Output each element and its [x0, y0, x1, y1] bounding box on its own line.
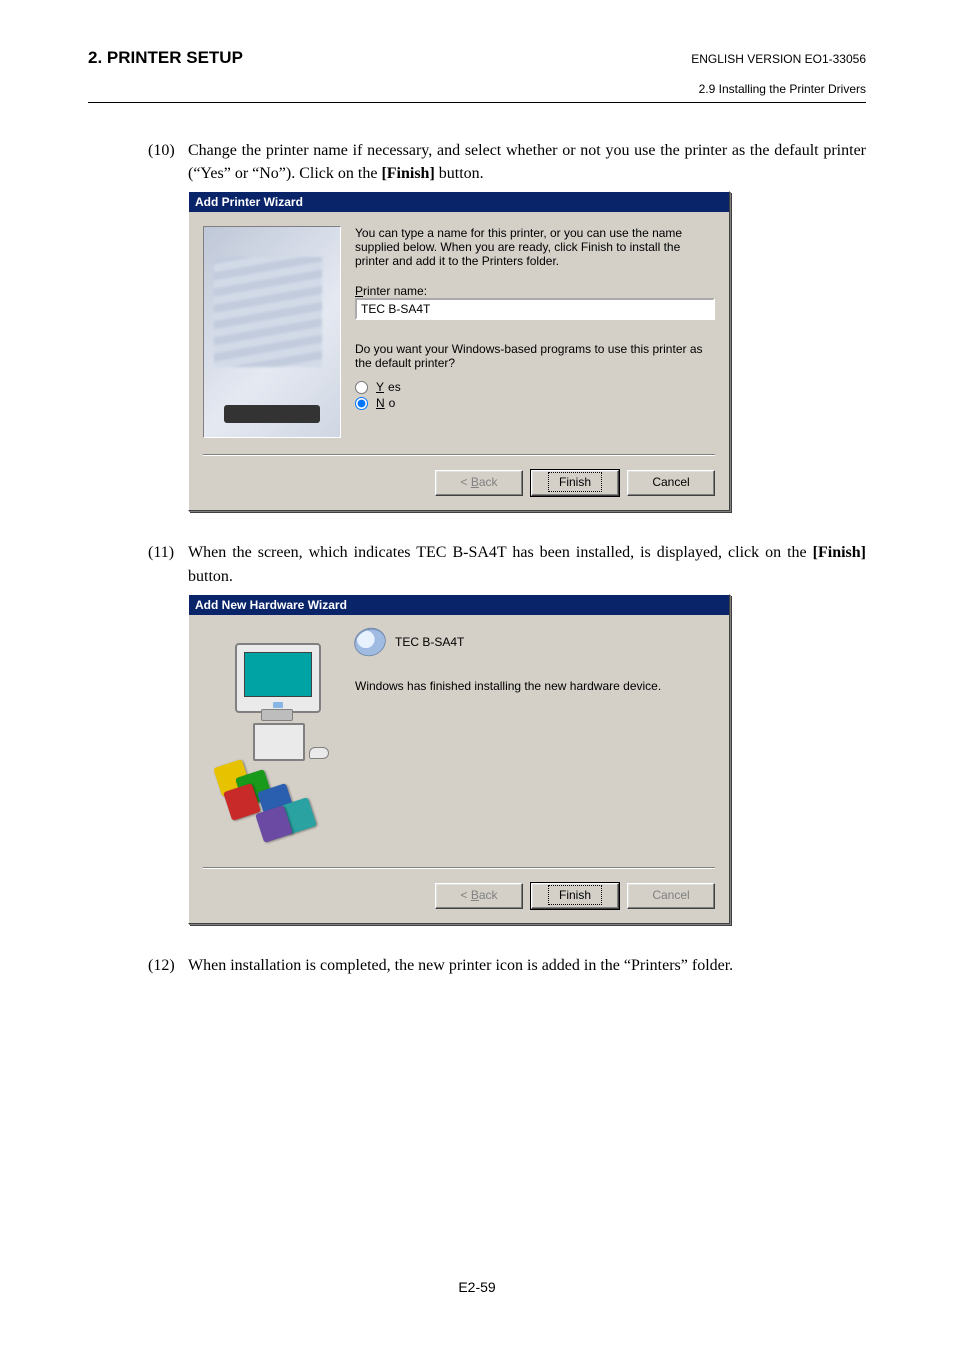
step-11-bold: [Finish]	[813, 544, 866, 561]
dialog2-buttons: < Back Finish Cancel	[189, 869, 729, 923]
body: (10) Change the printer name if necessar…	[88, 139, 866, 977]
dialog2-right: TEC B-SA4T Windows has finished installi…	[355, 629, 715, 851]
add-new-hardware-wizard-dialog: Add New Hardware Wizard	[188, 594, 730, 924]
monitor-icon	[235, 643, 321, 713]
version-line: ENGLISH VERSION EO1-33056	[691, 52, 866, 66]
back-button[interactable]: < Back	[435, 470, 523, 496]
cancel-button-2: Cancel	[627, 883, 715, 909]
default-printer-question: Do you want your Windows-based programs …	[355, 342, 715, 370]
step-12: (12) When installation is completed, the…	[88, 954, 866, 977]
subsection-title: 2.9 Installing the Printer Drivers	[88, 82, 866, 96]
back-u: B	[471, 475, 479, 489]
finish-button[interactable]: Finish	[531, 470, 619, 496]
step-10-num: (10)	[148, 139, 188, 185]
wizard-art-image	[203, 226, 341, 438]
radio-yes-input[interactable]	[355, 381, 368, 394]
wizard-art2-image	[203, 629, 341, 851]
device-icon	[351, 624, 388, 659]
dialog1-title: Add Printer Wizard	[189, 192, 729, 212]
finish-label: Finish	[548, 472, 602, 492]
page: 2. PRINTER SETUP ENGLISH VERSION EO1-330…	[0, 0, 954, 1351]
radio-no-u: N	[376, 396, 385, 410]
back-rest: ack	[479, 475, 498, 489]
printer-name-input[interactable]	[355, 298, 715, 320]
radio-no-input[interactable]	[355, 397, 368, 410]
dialog1-intro: You can type a name for this printer, or…	[355, 226, 715, 268]
printer-name-label-rest: rinter name:	[363, 284, 427, 298]
dialog1-buttons: < Back Finish Cancel	[189, 456, 729, 510]
step-10-text: Change the printer name if necessary, an…	[188, 142, 866, 182]
radio-yes-u: Y	[376, 380, 384, 394]
radio-no[interactable]: No	[355, 396, 715, 410]
step-10: (10) Change the printer name if necessar…	[88, 139, 866, 185]
finish2-label: Finish	[548, 885, 602, 905]
step-10-after: button.	[435, 165, 484, 182]
step-11-num: (11)	[148, 541, 188, 587]
step-11-text: When the screen, which indicates TEC B-S…	[188, 544, 813, 561]
dialog1-right: You can type a name for this printer, or…	[355, 226, 715, 438]
dialog2-body: TEC B-SA4T Windows has finished installi…	[189, 615, 729, 857]
install-done-text: Windows has finished installing the new …	[355, 679, 715, 693]
cancel-button[interactable]: Cancel	[627, 470, 715, 496]
header-rule	[88, 102, 866, 103]
back-button-2: < Back	[435, 883, 523, 909]
finish-button-2[interactable]: Finish	[531, 883, 619, 909]
step-12-text: When installation is completed, the new …	[188, 954, 866, 977]
dialog1-wrap: Add Printer Wizard You can type a name f…	[188, 191, 866, 511]
printer-name-label: Printer name:	[355, 284, 427, 298]
radio-yes[interactable]: Yes	[355, 380, 715, 394]
add-printer-wizard-dialog: Add Printer Wizard You can type a name f…	[188, 191, 730, 511]
step-12-num: (12)	[148, 954, 188, 977]
back2-u: B	[471, 888, 479, 902]
page-number: E2-59	[458, 1279, 495, 1295]
dialog1-body: You can type a name for this printer, or…	[189, 212, 729, 444]
radio-no-rest: o	[389, 396, 396, 410]
step-11-after: button.	[188, 568, 233, 585]
printer-name-label-u: P	[355, 284, 363, 298]
dialog2-title: Add New Hardware Wizard	[189, 595, 729, 615]
dialog2-wrap: Add New Hardware Wizard	[188, 594, 866, 924]
device-name: TEC B-SA4T	[395, 635, 464, 649]
device-line: TEC B-SA4T	[355, 629, 715, 655]
cancel2-label: Cancel	[652, 888, 689, 902]
step-11: (11) When the screen, which indicates TE…	[88, 541, 866, 587]
step-10-bold: [Finish]	[381, 165, 434, 182]
page-header: 2. PRINTER SETUP ENGLISH VERSION EO1-330…	[88, 48, 866, 68]
back2-lt: <	[460, 888, 470, 902]
back2-rest: ack	[479, 888, 498, 902]
back-lt: <	[460, 475, 470, 489]
radio-yes-rest: es	[388, 380, 401, 394]
cancel-label: Cancel	[652, 475, 689, 489]
section-title: 2. PRINTER SETUP	[88, 48, 243, 68]
